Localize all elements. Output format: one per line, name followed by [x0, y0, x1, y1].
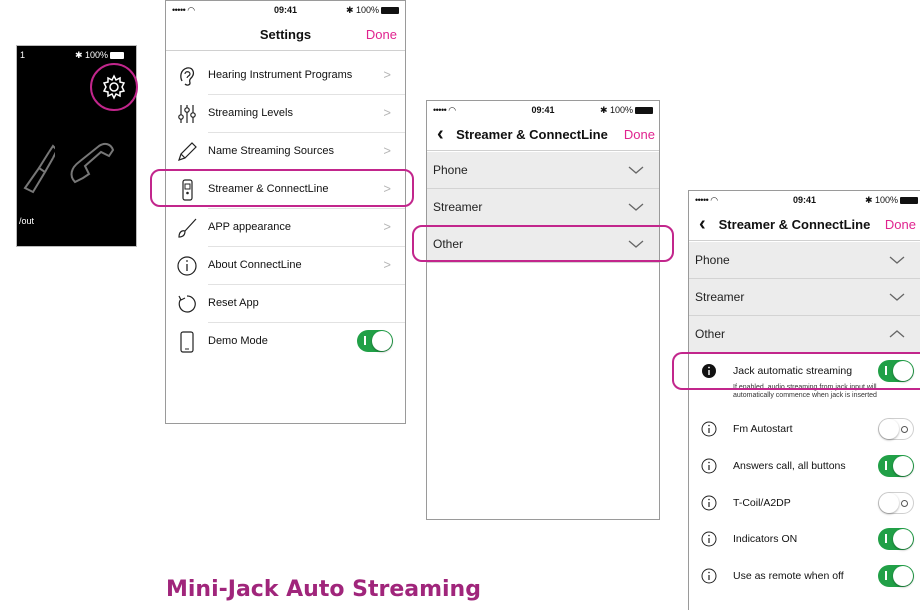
- setting-answers-call: Answers call, all buttons: [689, 448, 920, 484]
- settings-screen: ••••• ◠ 09:41 ✱ 100% Settings Done Heari…: [165, 0, 406, 424]
- setting-use-as-remote: Use as remote when off: [689, 558, 920, 594]
- section-streamer[interactable]: Streamer: [427, 189, 659, 226]
- section-streamer[interactable]: Streamer: [689, 279, 920, 316]
- menu-item-name-sources[interactable]: Name Streaming Sources >: [166, 133, 405, 171]
- chevron-right-icon: >: [383, 257, 391, 272]
- page-title: Streamer & ConnectLine: [718, 217, 871, 232]
- status-bar: ••••• ◠ 09:41 ✱ 100%: [689, 191, 920, 209]
- sliders-icon: [178, 105, 196, 123]
- section-phone[interactable]: Phone: [427, 152, 659, 189]
- fm-autostart-toggle[interactable]: [878, 418, 914, 440]
- info-icon[interactable]: [701, 531, 717, 547]
- chevron-down-icon: [889, 293, 905, 301]
- expanded-streamer-screen: ••••• ◠ 09:41 ✱ 100% ‹ Streamer & Connec…: [688, 190, 920, 610]
- phone-icon: [70, 142, 115, 184]
- chevron-down-icon: [889, 256, 905, 264]
- status-bar: ••••• ◠ 09:41 ✱ 100%: [427, 101, 659, 119]
- section-phone[interactable]: Phone: [689, 242, 920, 279]
- setting-indicators-on: Indicators ON: [689, 521, 920, 557]
- feature-caption: Mini-Jack Auto Streaming: [166, 577, 481, 602]
- use-as-remote-toggle[interactable]: [878, 565, 914, 587]
- brush-icon: [178, 218, 197, 238]
- tcoil-a2dp-toggle[interactable]: [878, 492, 914, 514]
- pencil-icon: [178, 142, 197, 161]
- device-status-left: 1: [20, 50, 26, 60]
- streamer-screen: ••••• ◠ 09:41 ✱ 100% ‹ Streamer & Connec…: [426, 100, 660, 520]
- chevron-right-icon: >: [383, 67, 391, 82]
- done-button[interactable]: Done: [366, 27, 397, 42]
- chevron-up-icon: [889, 330, 905, 338]
- done-button[interactable]: Done: [624, 127, 655, 142]
- answers-call-toggle[interactable]: [878, 455, 914, 477]
- expanded-navbar: ‹ Streamer & ConnectLine Done: [689, 209, 920, 241]
- menu-item-streaming-levels[interactable]: Streaming Levels >: [166, 95, 405, 133]
- menu-item-reset-app[interactable]: Reset App: [166, 285, 405, 323]
- menu-item-app-appearance[interactable]: APP appearance >: [166, 209, 405, 247]
- chevron-right-icon: >: [383, 219, 391, 234]
- gear-icon: [102, 74, 126, 100]
- device-label-bottom: /out: [19, 216, 35, 226]
- info-icon[interactable]: [701, 421, 717, 437]
- section-other[interactable]: Other: [689, 316, 920, 353]
- indicators-on-toggle[interactable]: [878, 528, 914, 550]
- menu-item-hearing-programs[interactable]: Hearing Instrument Programs >: [166, 57, 405, 95]
- jack-icon: [23, 144, 55, 194]
- setting-fm-autostart: Fm Autostart: [689, 411, 920, 447]
- info-icon[interactable]: [701, 568, 717, 584]
- device-battery-status: ✱ 100%: [75, 50, 125, 61]
- settings-navbar: Settings Done: [166, 19, 405, 51]
- chevron-down-icon: [628, 166, 644, 174]
- menu-item-demo-mode[interactable]: Demo Mode: [166, 323, 405, 361]
- streamer-navbar: ‹ Streamer & ConnectLine Done: [427, 119, 659, 151]
- phone-device-icon: [180, 331, 194, 353]
- done-button[interactable]: Done: [885, 217, 916, 232]
- chevron-right-icon: >: [383, 105, 391, 120]
- ear-icon: [180, 67, 194, 86]
- highlight-other-section: [412, 225, 674, 262]
- info-icon[interactable]: [701, 495, 717, 511]
- reset-icon: [178, 295, 196, 313]
- info-icon[interactable]: [701, 458, 717, 474]
- status-bar: ••••• ◠ 09:41 ✱ 100%: [166, 1, 405, 19]
- highlight-jack-automatic-streaming: [672, 352, 920, 390]
- menu-item-about[interactable]: About ConnectLine >: [166, 247, 405, 285]
- settings-gear-button[interactable]: [90, 63, 138, 111]
- info-icon: [177, 256, 197, 276]
- demo-mode-toggle[interactable]: [357, 330, 393, 352]
- setting-tcoil-a2dp: T-Coil/A2DP: [689, 485, 920, 521]
- chevron-right-icon: >: [383, 143, 391, 158]
- highlight-streamer-connectline: [150, 169, 414, 207]
- chevron-down-icon: [628, 203, 644, 211]
- page-title: Streamer & ConnectLine: [456, 127, 608, 142]
